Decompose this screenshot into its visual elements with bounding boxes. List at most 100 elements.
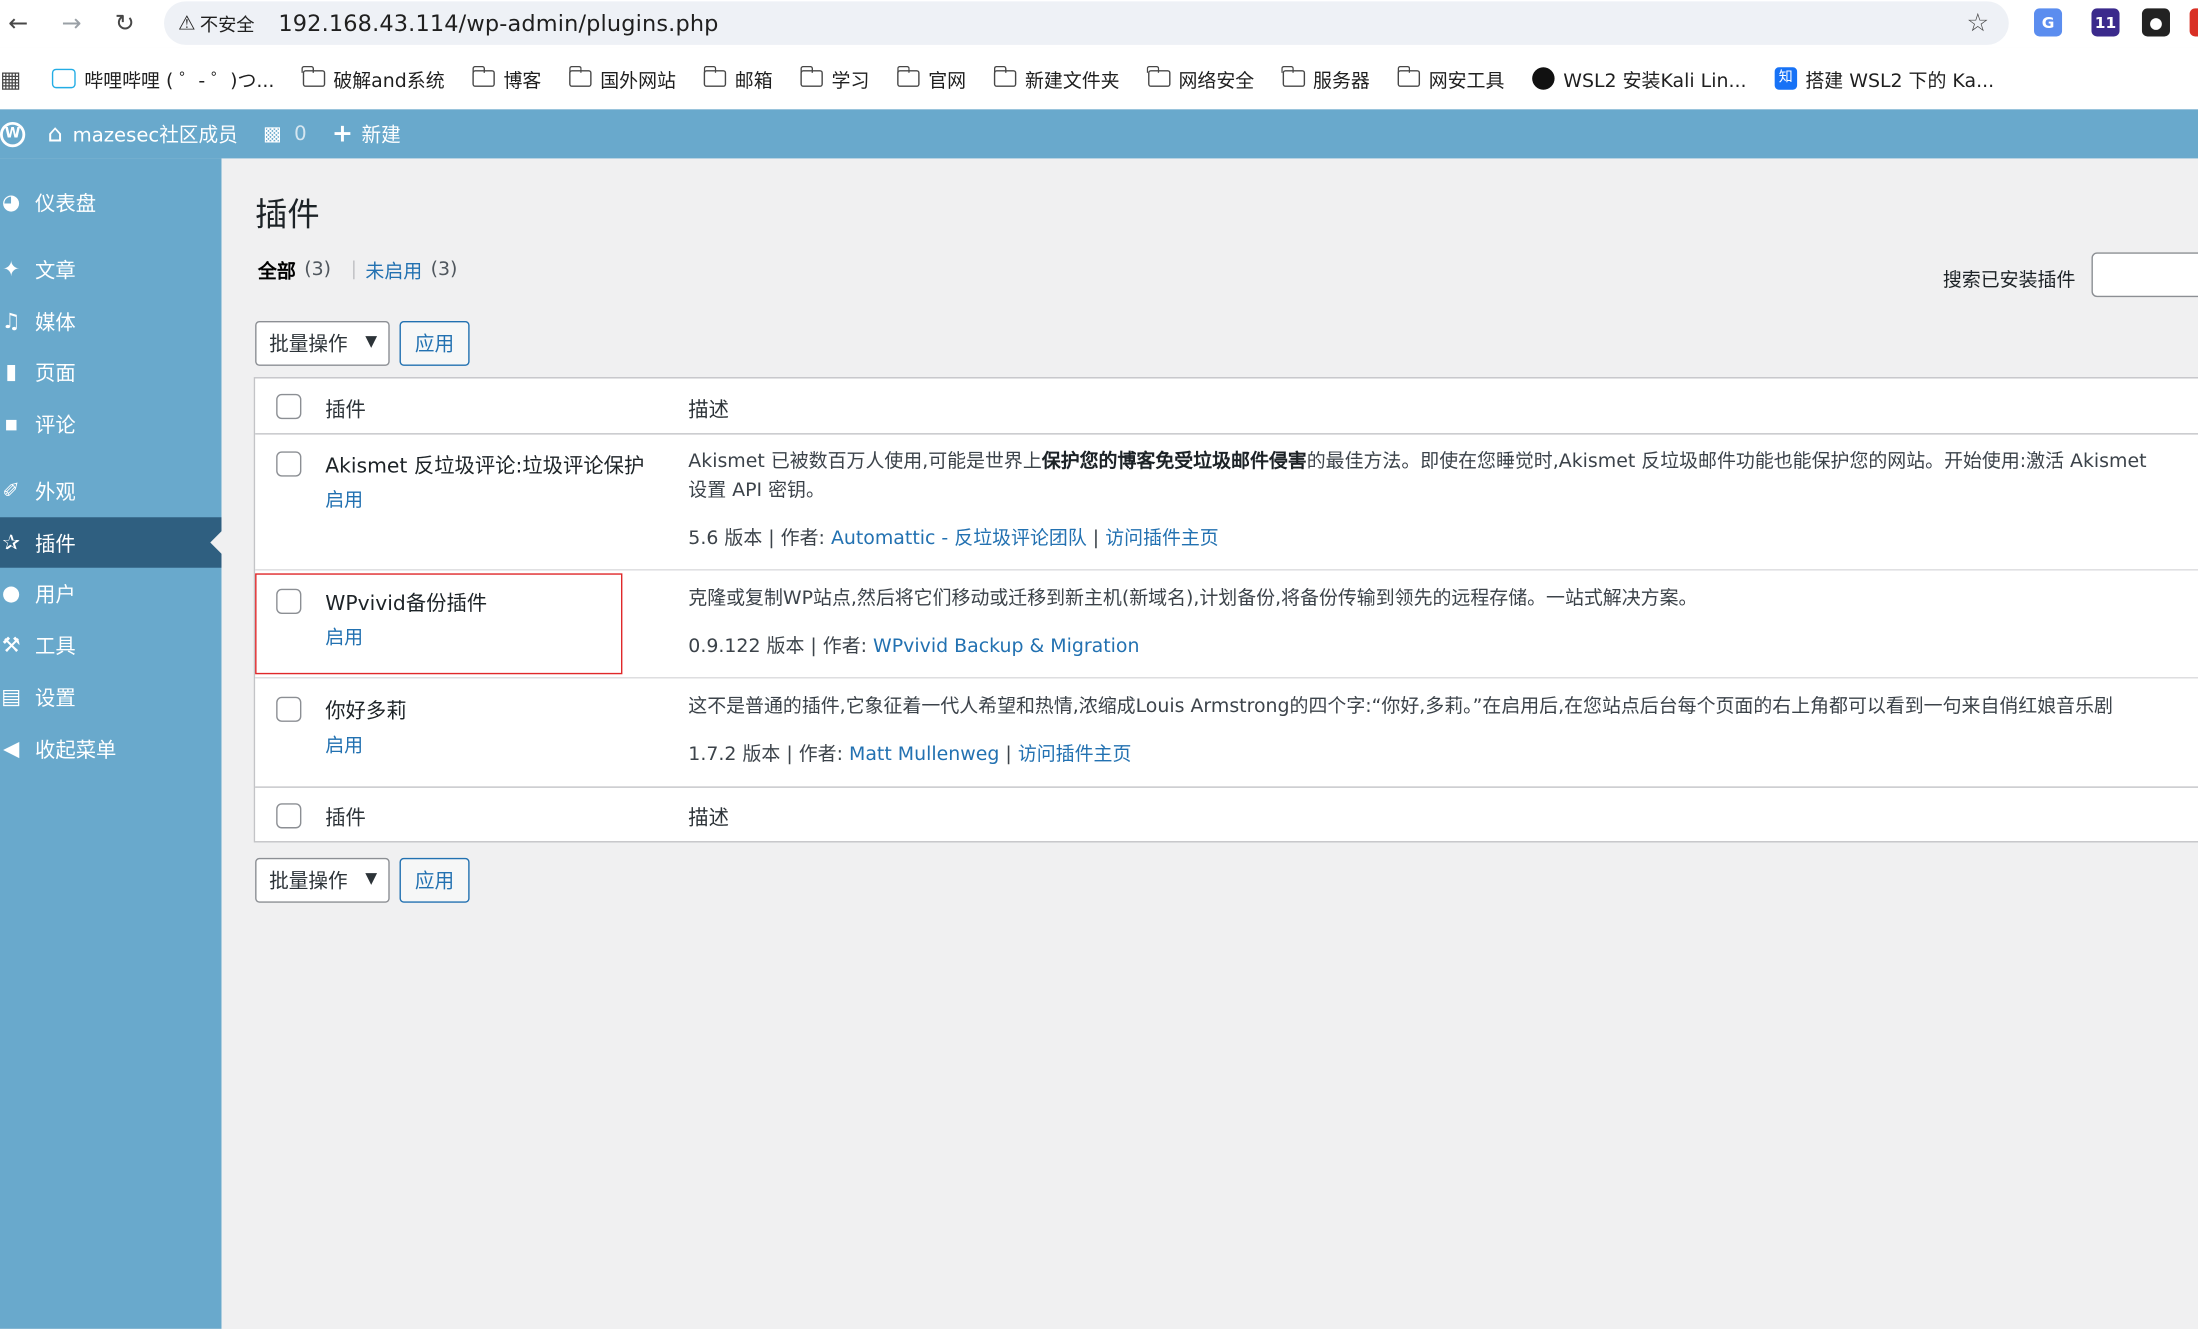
bookmark-item[interactable]: WSL2 安装Kali Lin... xyxy=(1532,64,1747,93)
plugin-meta: 0.9.122 版本 | 作者: WPvivid Backup & Migrat… xyxy=(688,629,1139,657)
address-bar[interactable]: ⚠ 不安全 192.168.43.114/wp-admin/plugins.ph… xyxy=(164,1,2009,45)
sidebar-item-settings[interactable]: ▤ 设置 xyxy=(0,671,221,721)
sidebar-item-pages[interactable]: ▮ 页面 xyxy=(0,346,221,396)
bulk-actions-select-top[interactable]: 批量操作 ▼ xyxy=(255,321,390,366)
translate-extension-icon[interactable]: G xyxy=(2034,8,2063,37)
sidebar-item-tools[interactable]: ⚒ 工具 xyxy=(0,620,221,670)
plugin-icon: ✰ xyxy=(2,529,21,556)
author-link[interactable]: Matt Mullenweg xyxy=(849,743,999,765)
bookmark-item[interactable]: 官网 xyxy=(896,64,966,93)
sidebar-item-label: 外观 xyxy=(35,481,76,504)
bookmark-label: 网安工具 xyxy=(1428,70,1505,93)
filter-inactive[interactable]: 未启用 xyxy=(365,255,422,283)
select-all-checkbox[interactable] xyxy=(276,393,302,420)
bookmark-item[interactable]: 新建文件夹 xyxy=(993,64,1120,93)
sidebar-item-dashboard[interactable]: ◕ 仪表盘 xyxy=(0,177,221,227)
security-chip[interactable]: ⚠ 不安全 xyxy=(178,10,255,37)
brush-icon: ✐ xyxy=(2,478,21,504)
desc-text: 的最佳方法。即使在您睡觉时,Akismet 反垃圾邮件功能也能保护您的网站。开始… xyxy=(1306,449,2147,473)
page-icon: ▮ xyxy=(5,358,17,385)
sidebar-collapse-menu[interactable]: ◀ 收起菜单 xyxy=(0,723,221,773)
extension-icon-3[interactable] xyxy=(2189,8,2198,37)
activate-link[interactable]: 启用 xyxy=(325,729,363,757)
comments-link[interactable]: ▩ 0 xyxy=(263,123,307,145)
folder-icon xyxy=(799,65,824,87)
chevron-down-icon: ▼ xyxy=(365,869,378,888)
folder-icon xyxy=(301,65,325,87)
sidebar-item-plugins[interactable]: ✰ 插件 xyxy=(0,517,222,568)
bookmark-item[interactable]: 网安工具 xyxy=(1397,64,1505,93)
bookmark-item[interactable]: 网络安全 xyxy=(1146,64,1254,93)
bookmark-label: 新建文件夹 xyxy=(1024,70,1120,93)
bookmark-item[interactable]: 哔哩哔哩 ( ゜- ゜)つ... xyxy=(52,64,275,93)
column-description-footer: 描述 xyxy=(688,807,729,830)
filter-all[interactable]: 全部 xyxy=(258,255,296,283)
sidebar-item-posts[interactable]: ✦ 文章 xyxy=(0,244,221,294)
wordpress-logo-icon[interactable]: W xyxy=(0,121,26,147)
desc-text: Akismet 已被数百万人使用,可能是世界上 xyxy=(688,449,1042,473)
bookmark-label: 破解and系统 xyxy=(333,70,445,93)
activate-link[interactable]: 启用 xyxy=(325,484,363,511)
meta-separator: | xyxy=(1092,527,1100,550)
folder-icon xyxy=(993,65,1017,87)
plugin-homepage-link[interactable]: 访问插件主页 xyxy=(1105,527,1219,549)
collapse-icon: ◀ xyxy=(3,735,20,762)
plugin-status-filters: 全部 (3) | 未启用 (3) xyxy=(258,255,457,283)
chevron-down-icon: ▼ xyxy=(365,332,378,351)
plugin-checkbox[interactable] xyxy=(276,451,302,477)
bilibili-icon xyxy=(52,68,76,89)
apply-button-bottom[interactable]: 应用 xyxy=(399,857,470,903)
bulk-actions-select-bottom[interactable]: 批量操作 ▼ xyxy=(255,857,390,903)
bookmark-item[interactable]: 破解and系统 xyxy=(301,64,445,93)
desc-bold-text: 保护您的博客免受垃圾邮件侵害 xyxy=(1041,449,1307,473)
extension-icon[interactable]: 11 xyxy=(2091,8,2120,37)
sidebar-item-label: 评论 xyxy=(35,414,76,437)
pin-icon: ✦ xyxy=(2,256,21,282)
folder-icon xyxy=(568,65,592,87)
filter-separator: | xyxy=(350,257,358,281)
bookmark-item[interactable]: 邮箱 xyxy=(703,64,773,93)
site-name: mazesec社区成员 xyxy=(72,124,238,147)
bookmark-label: 邮箱 xyxy=(734,70,773,93)
plugin-checkbox[interactable] xyxy=(276,696,302,722)
select-all-checkbox-footer[interactable] xyxy=(276,803,302,829)
search-label: 搜索已安装插件 xyxy=(1942,269,2076,292)
bookmark-star-icon[interactable]: ☆ xyxy=(1967,8,1990,37)
forward-icon[interactable]: → xyxy=(53,6,89,42)
plugin-version: 5.6 xyxy=(688,527,719,550)
column-plugin-footer: 插件 xyxy=(325,807,366,830)
reload-icon[interactable]: ↻ xyxy=(107,6,143,42)
sidebar-item-label: 收起菜单 xyxy=(35,739,117,762)
apply-button-top[interactable]: 应用 xyxy=(399,321,470,366)
search-plugins-input[interactable] xyxy=(2091,252,2198,298)
sidebar-item-media[interactable]: ♫ 媒体 xyxy=(0,296,221,346)
sidebar-item-appearance[interactable]: ✐ 外观 xyxy=(0,465,221,515)
sidebar-item-comments[interactable]: ▪ 评论 xyxy=(0,398,221,448)
wp-admin-bar: W ⌂ mazesec社区成员 ▩ 0 + 新建 xyxy=(0,109,2198,159)
bookmark-label: 服务器 xyxy=(1313,70,1370,93)
back-icon[interactable]: ← xyxy=(0,6,36,42)
plugin-name: Akismet 反垃圾评论:垃圾评论保护 xyxy=(325,455,645,479)
bookmarks-bar: ▦ 哔哩哔哩 ( ゜- ゜)つ... 破解and系统 博客 国外网站 邮箱 学习… xyxy=(0,47,2198,110)
url-text[interactable]: 192.168.43.114/wp-admin/plugins.php xyxy=(278,10,718,37)
author-link[interactable]: WPvivid Backup & Migration xyxy=(873,635,1139,657)
plugin-homepage-link[interactable]: 访问插件主页 xyxy=(1018,743,1132,765)
bookmark-label: 哔哩哔哩 ( ゜- ゜)つ... xyxy=(84,70,275,93)
bookmark-item[interactable]: 知 搭建 WSL2 下的 Ka... xyxy=(1774,64,1994,93)
table-row: 你好多莉 启用 这不是普通的插件,它象征着一代人希望和热情,浓缩成Louis A… xyxy=(255,678,2198,787)
version-author-label: 版本 | 作者: xyxy=(766,635,868,658)
apps-grid-icon[interactable]: ▦ xyxy=(0,65,21,92)
bookmark-item[interactable]: 服务器 xyxy=(1281,64,1370,93)
bookmark-item[interactable]: 国外网站 xyxy=(568,64,676,93)
bookmark-item[interactable]: 学习 xyxy=(799,64,869,93)
bookmark-item[interactable]: 博客 xyxy=(471,64,541,93)
sidebar-item-users[interactable]: ● 用户 xyxy=(0,568,221,618)
sidebar-item-label: 工具 xyxy=(35,635,76,659)
highlight-box xyxy=(255,573,623,675)
extension-icon-2[interactable]: ● xyxy=(2141,8,2170,37)
insecure-label: 不安全 xyxy=(199,15,255,37)
site-name-link[interactable]: ⌂ mazesec社区成员 xyxy=(48,120,238,148)
bookmark-label: WSL2 安装Kali Lin... xyxy=(1563,70,1747,93)
author-link[interactable]: Automattic - 反垃圾评论团队 xyxy=(831,527,1087,549)
new-content-link[interactable]: + 新建 xyxy=(332,119,401,148)
